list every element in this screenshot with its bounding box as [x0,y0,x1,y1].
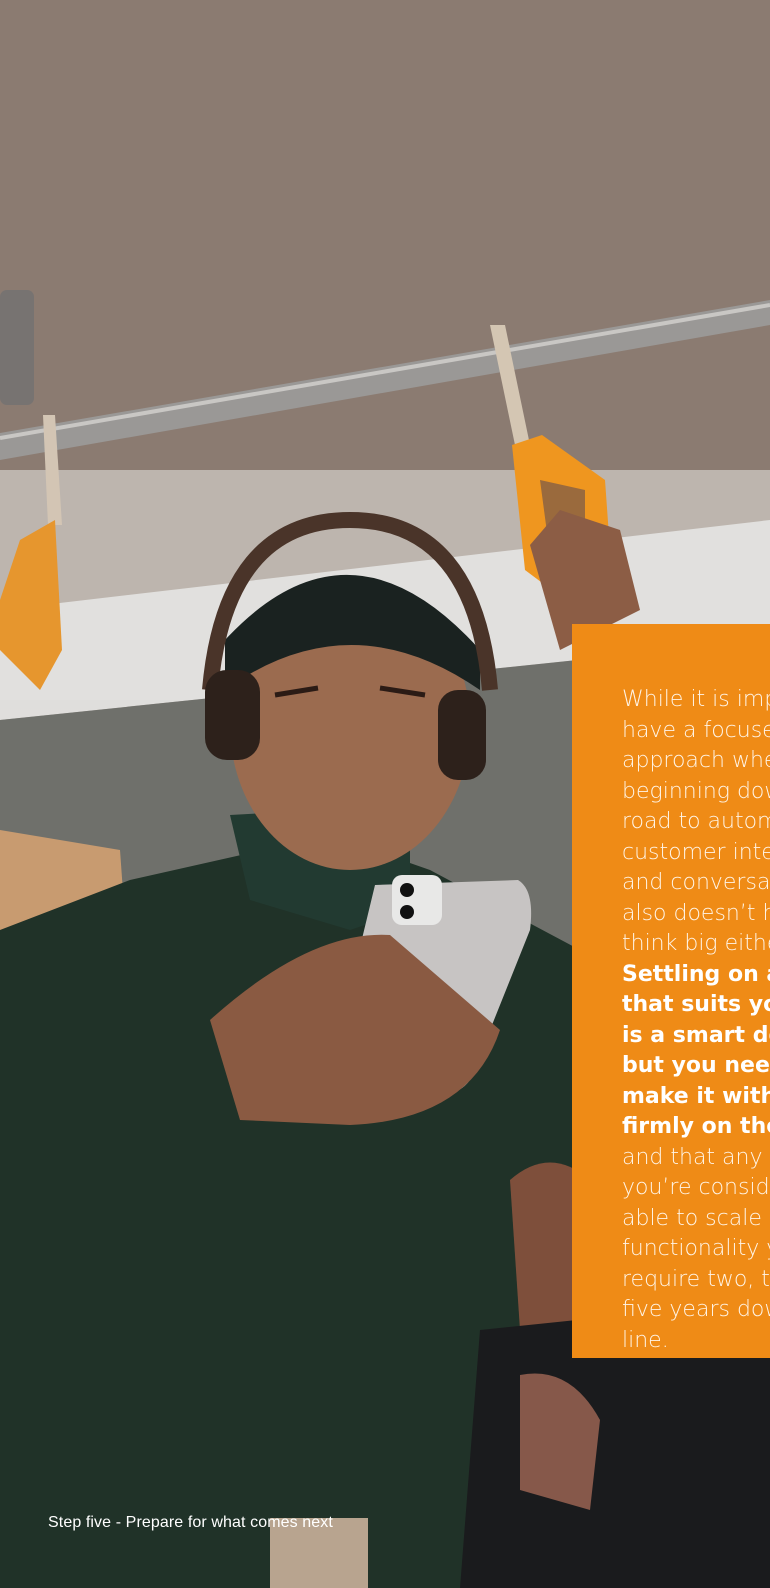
camera-module [392,875,442,925]
left-earcup [205,670,260,760]
camera-lens-top [400,883,414,897]
card-intro-text: While it is important to have a focused … [622,687,770,956]
handrail-mount [0,290,34,405]
card-closing-text: and that any tool you’re considering is … [622,1144,770,1353]
card-emphasis-text: Settling on a tool that suits your goals… [622,961,770,1140]
card-copy: While it is important to have a focused … [622,685,770,1356]
right-earcup [438,690,486,780]
camera-lens-bottom [400,905,414,919]
ceiling [0,0,770,470]
step-caption: Step five - Prepare for what comes next [48,1514,333,1531]
information-card: While it is important to have a focused … [572,624,770,1358]
